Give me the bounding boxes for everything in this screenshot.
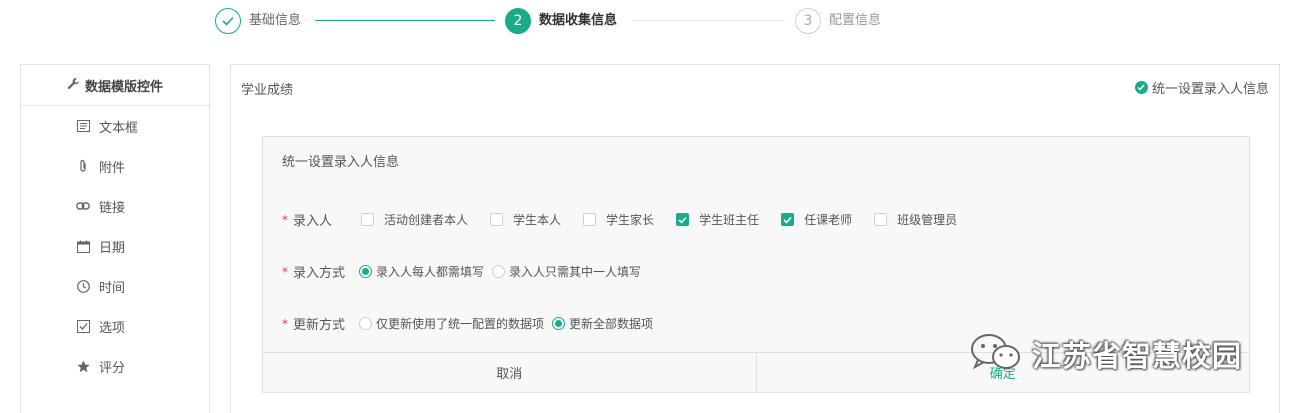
checkbox[interactable] (583, 213, 597, 226)
check-circle-icon (1134, 81, 1148, 94)
checkbox-label: 任课老师 (804, 213, 853, 227)
sidebar-item-option[interactable]: 选项 (21, 306, 209, 346)
clock-icon (76, 279, 90, 293)
step-1-label: 基础信息 (249, 13, 302, 28)
sidebar-item-label: 时间 (99, 280, 126, 296)
template-control-sidebar: 数据模版控件 文本框 附件 链接 日期 时间 选项 评分 (20, 64, 210, 413)
checkbox[interactable] (490, 213, 504, 226)
radio-selected[interactable] (552, 317, 566, 330)
dialog-title: 统一设置录入人信息 (282, 155, 400, 170)
checkbox-student-self[interactable]: 学生本人 (490, 211, 561, 228)
enterer-label: 录入人 (293, 214, 333, 229)
entry-mode-label: 录入方式 (293, 266, 346, 281)
calendar-icon (76, 239, 90, 253)
checkbox-label: 学生本人 (513, 213, 562, 227)
sidebar-item-label: 链接 (99, 200, 126, 216)
checkbox[interactable] (361, 213, 375, 226)
sidebar-header: 数据模版控件 (21, 65, 209, 106)
checkbox-icon (76, 319, 90, 333)
step-connector-1 (315, 20, 495, 21)
step-connector-2 (633, 20, 785, 21)
radio-label: 仅更新使用了统一配置的数据项 (376, 317, 545, 331)
sidebar-item-label: 日期 (99, 240, 126, 256)
checkbox-label: 班级管理员 (897, 213, 958, 227)
unified-setting-label: 统一设置录入人信息 (1151, 82, 1269, 97)
radio-label: 更新全部数据项 (569, 317, 654, 331)
sidebar-item-label: 评分 (99, 360, 126, 376)
checkbox-checked[interactable] (781, 213, 795, 226)
checkbox-head-teacher[interactable]: 学生班主任 (676, 211, 759, 228)
checkbox-parent[interactable]: 学生家长 (583, 211, 654, 228)
enterer-row: * 录入人 活动创建者本人 学生本人 学生家长 学生班主任 任课老师 班级管理员 (282, 210, 979, 230)
progress-stepper: 基础信息 2 数据收集信息 3 配置信息 (0, 0, 1297, 44)
checkbox-label: 学生家长 (606, 213, 655, 227)
step-2-label: 数据收集信息 (539, 13, 618, 28)
radio-each-fills[interactable]: 录入人每人都需填写 (359, 263, 484, 280)
checkbox-subject-teacher[interactable]: 任课老师 (781, 211, 852, 228)
radio[interactable] (492, 265, 506, 278)
sidebar-item-rating[interactable]: 评分 (21, 346, 209, 386)
paperclip-icon (76, 159, 90, 173)
star-icon (76, 359, 90, 373)
unified-setting-toggle[interactable]: 统一设置录入人信息 (1134, 78, 1269, 97)
step-3-number: 3 (795, 8, 821, 34)
radio-label: 录入人只需其中一人填写 (509, 265, 642, 279)
wrench-icon (67, 77, 80, 94)
radio-update-unified-only[interactable]: 仅更新使用了统一配置的数据项 (359, 315, 544, 332)
checkbox-label: 学生班主任 (699, 213, 760, 227)
required-mark: * (282, 264, 288, 279)
sidebar-item-link[interactable]: 链接 (21, 186, 209, 226)
sidebar-item-date[interactable]: 日期 (21, 226, 209, 266)
sidebar-item-textbox[interactable]: 文本框 (21, 106, 209, 146)
radio-selected[interactable] (359, 265, 373, 278)
radio-one-fills[interactable]: 录入人只需其中一人填写 (492, 263, 641, 280)
cancel-button[interactable]: 取消 (263, 353, 757, 392)
sidebar-item-label: 选项 (99, 320, 126, 336)
entry-mode-row: * 录入方式 录入人每人都需填写 录入人只需其中一人填写 (282, 262, 649, 282)
step-1-done-icon (215, 8, 241, 34)
wechat-logo-icon (970, 332, 1022, 376)
checkbox-label: 活动创建者本人 (384, 213, 469, 227)
sidebar-item-attachment[interactable]: 附件 (21, 146, 209, 186)
watermark-text: 江苏省智慧校园 (1032, 339, 1243, 373)
link-icon (76, 199, 90, 213)
sidebar-item-time[interactable]: 时间 (21, 266, 209, 306)
update-mode-label: 更新方式 (293, 318, 346, 333)
wechat-watermark: 江苏省智慧校园 (970, 332, 1242, 376)
textbox-icon (76, 119, 90, 133)
radio-update-all[interactable]: 更新全部数据项 (552, 315, 653, 332)
checkbox-class-admin[interactable]: 班级管理员 (874, 211, 957, 228)
sidebar-item-label: 文本框 (99, 120, 139, 136)
sidebar-header-label: 数据模版控件 (84, 79, 163, 95)
sidebar-item-label: 附件 (99, 160, 126, 176)
required-mark: * (282, 316, 288, 331)
radio-label: 录入人每人都需填写 (376, 265, 485, 279)
checkbox-checked[interactable] (676, 213, 690, 226)
radio[interactable] (359, 317, 373, 330)
update-mode-row: * 更新方式 仅更新使用了统一配置的数据项 更新全部数据项 (282, 314, 661, 334)
required-mark: * (282, 212, 288, 227)
checkbox-activity-creator[interactable]: 活动创建者本人 (361, 211, 468, 228)
step-2-number: 2 (505, 8, 531, 34)
step-3-label: 配置信息 (829, 13, 882, 28)
checkbox[interactable] (874, 213, 888, 226)
section-title: 学业成绩 (241, 83, 294, 98)
